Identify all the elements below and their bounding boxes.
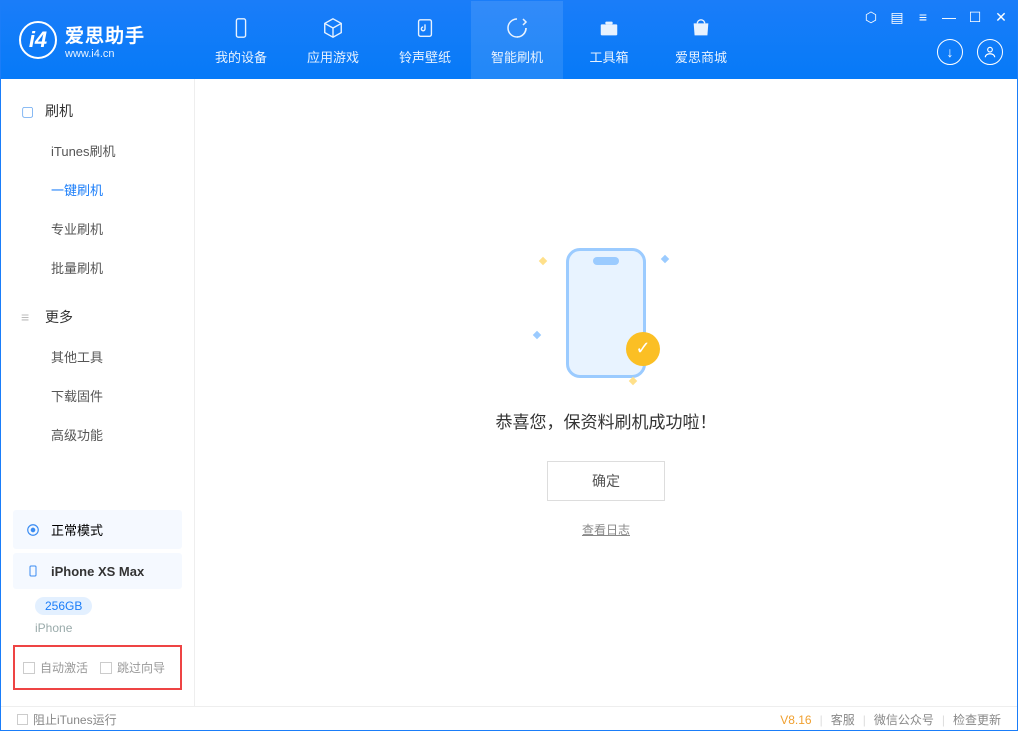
window-controls: ⬡ ▤ ≡ — ☐ ✕ (863, 9, 1009, 25)
device-row[interactable]: iPhone XS Max (13, 553, 182, 589)
header-actions: ↓ (937, 39, 1003, 65)
footer-right: V8.16 | 客服 | 微信公众号 | 检查更新 (780, 711, 1001, 728)
mode-row[interactable]: 正常模式 (13, 510, 182, 549)
sparkle-icon (533, 330, 541, 338)
nav-my-device[interactable]: 我的设备 (195, 1, 287, 79)
nav-label: 工具箱 (589, 47, 628, 66)
device-icon (228, 15, 254, 41)
sidebar-menu: ▢ 刷机 iTunes刷机 一键刷机 专业刷机 批量刷机 ≡ 更多 其他工具 下… (1, 79, 194, 496)
success-illustration: ✓ (546, 248, 666, 388)
phone-icon: ▢ (21, 103, 35, 120)
skip-guide-checkbox[interactable]: 跳过向导 (100, 659, 165, 676)
wechat-link[interactable]: 微信公众号 (874, 711, 934, 728)
phone-icon (25, 563, 41, 579)
nav-label: 我的设备 (215, 47, 267, 66)
nav-store[interactable]: 爱思商城 (655, 1, 747, 79)
cube-icon (320, 15, 346, 41)
check-update-link[interactable]: 检查更新 (953, 711, 1001, 728)
nav-toolbox[interactable]: 工具箱 (563, 1, 655, 79)
capacity-pill: 256GB (35, 597, 92, 615)
section-more[interactable]: ≡ 更多 (1, 297, 194, 337)
app-title: 爱思助手 (65, 21, 145, 48)
sidebar-item-download-firmware[interactable]: 下载固件 (1, 376, 194, 415)
nav-ringtones[interactable]: 铃声壁纸 (379, 1, 471, 79)
device-meta: 256GB iPhone (1, 593, 194, 645)
checkbox-label: 跳过向导 (117, 659, 165, 676)
sparkle-icon (661, 254, 669, 262)
block-itunes-checkbox[interactable]: 阻止iTunes运行 (17, 711, 117, 728)
checkbox-icon (100, 662, 112, 674)
nav-apps[interactable]: 应用游戏 (287, 1, 379, 79)
main-nav: 我的设备 应用游戏 铃声壁纸 智能刷机 工具箱 爱思商城 (195, 1, 747, 79)
mode-icon (25, 522, 41, 538)
sidebar-item-oneclick-flash[interactable]: 一键刷机 (1, 170, 194, 209)
sidebar-item-pro-flash[interactable]: 专业刷机 (1, 209, 194, 248)
app-url: www.i4.cn (65, 48, 145, 60)
logo-icon: i4 (19, 21, 57, 59)
view-log-link[interactable]: 查看日志 (582, 521, 630, 538)
close-icon[interactable]: ✕ (993, 9, 1009, 25)
support-link[interactable]: 客服 (831, 711, 855, 728)
main-content: ✓ 恭喜您，保资料刷机成功啦！ 确定 查看日志 (195, 79, 1017, 706)
sidebar-item-other-tools[interactable]: 其他工具 (1, 337, 194, 376)
checkbox-icon (17, 714, 28, 725)
ok-button[interactable]: 确定 (547, 461, 665, 501)
section-label: 刷机 (45, 101, 73, 121)
sparkle-icon (629, 376, 637, 384)
refresh-icon (504, 15, 530, 41)
user-button[interactable] (977, 39, 1003, 65)
sidebar-item-itunes-flash[interactable]: iTunes刷机 (1, 131, 194, 170)
logo-area: i4 爱思助手 www.i4.cn (1, 21, 195, 60)
device-name: iPhone XS Max (51, 564, 144, 579)
nav-flash[interactable]: 智能刷机 (471, 1, 563, 79)
device-panel: 正常模式 iPhone XS Max 256GB iPhone 自动激活 跳过向… (1, 496, 194, 706)
sidebar-item-batch-flash[interactable]: 批量刷机 (1, 248, 194, 287)
sparkle-icon (539, 256, 547, 264)
download-button[interactable]: ↓ (937, 39, 963, 65)
list-icon[interactable]: ▤ (889, 9, 905, 25)
sidebar: ▢ 刷机 iTunes刷机 一键刷机 专业刷机 批量刷机 ≡ 更多 其他工具 下… (1, 79, 195, 706)
store-icon (688, 15, 714, 41)
sidebar-item-advanced[interactable]: 高级功能 (1, 415, 194, 454)
section-flash[interactable]: ▢ 刷机 (1, 91, 194, 131)
section-label: 更多 (45, 307, 73, 327)
app-header: i4 爱思助手 www.i4.cn 我的设备 应用游戏 铃声壁纸 智能刷机 工具… (1, 1, 1017, 79)
nav-label: 铃声壁纸 (399, 47, 451, 66)
status-bar: 阻止iTunes运行 V8.16 | 客服 | 微信公众号 | 检查更新 (1, 706, 1017, 732)
maximize-icon[interactable]: ☐ (967, 9, 983, 25)
mode-label: 正常模式 (51, 520, 103, 539)
auto-activate-checkbox[interactable]: 自动激活 (23, 659, 88, 676)
nav-label: 应用游戏 (307, 47, 359, 66)
success-message: 恭喜您，保资料刷机成功啦！ (496, 408, 717, 433)
checkbox-bar-highlighted: 自动激活 跳过向导 (13, 645, 182, 690)
shirt-icon[interactable]: ⬡ (863, 9, 879, 25)
device-type: iPhone (35, 621, 160, 635)
version-label: V8.16 (780, 713, 811, 727)
minimize-icon[interactable]: — (941, 9, 957, 25)
checkbox-icon (23, 662, 35, 674)
toolbox-icon (596, 15, 622, 41)
music-icon (412, 15, 438, 41)
nav-label: 爱思商城 (675, 47, 727, 66)
check-badge-icon: ✓ (626, 332, 660, 366)
nav-label: 智能刷机 (491, 47, 543, 66)
checkbox-label: 自动激活 (40, 659, 88, 676)
menu-icon[interactable]: ≡ (915, 9, 931, 25)
list-icon: ≡ (21, 309, 35, 325)
checkbox-label: 阻止iTunes运行 (33, 711, 117, 728)
